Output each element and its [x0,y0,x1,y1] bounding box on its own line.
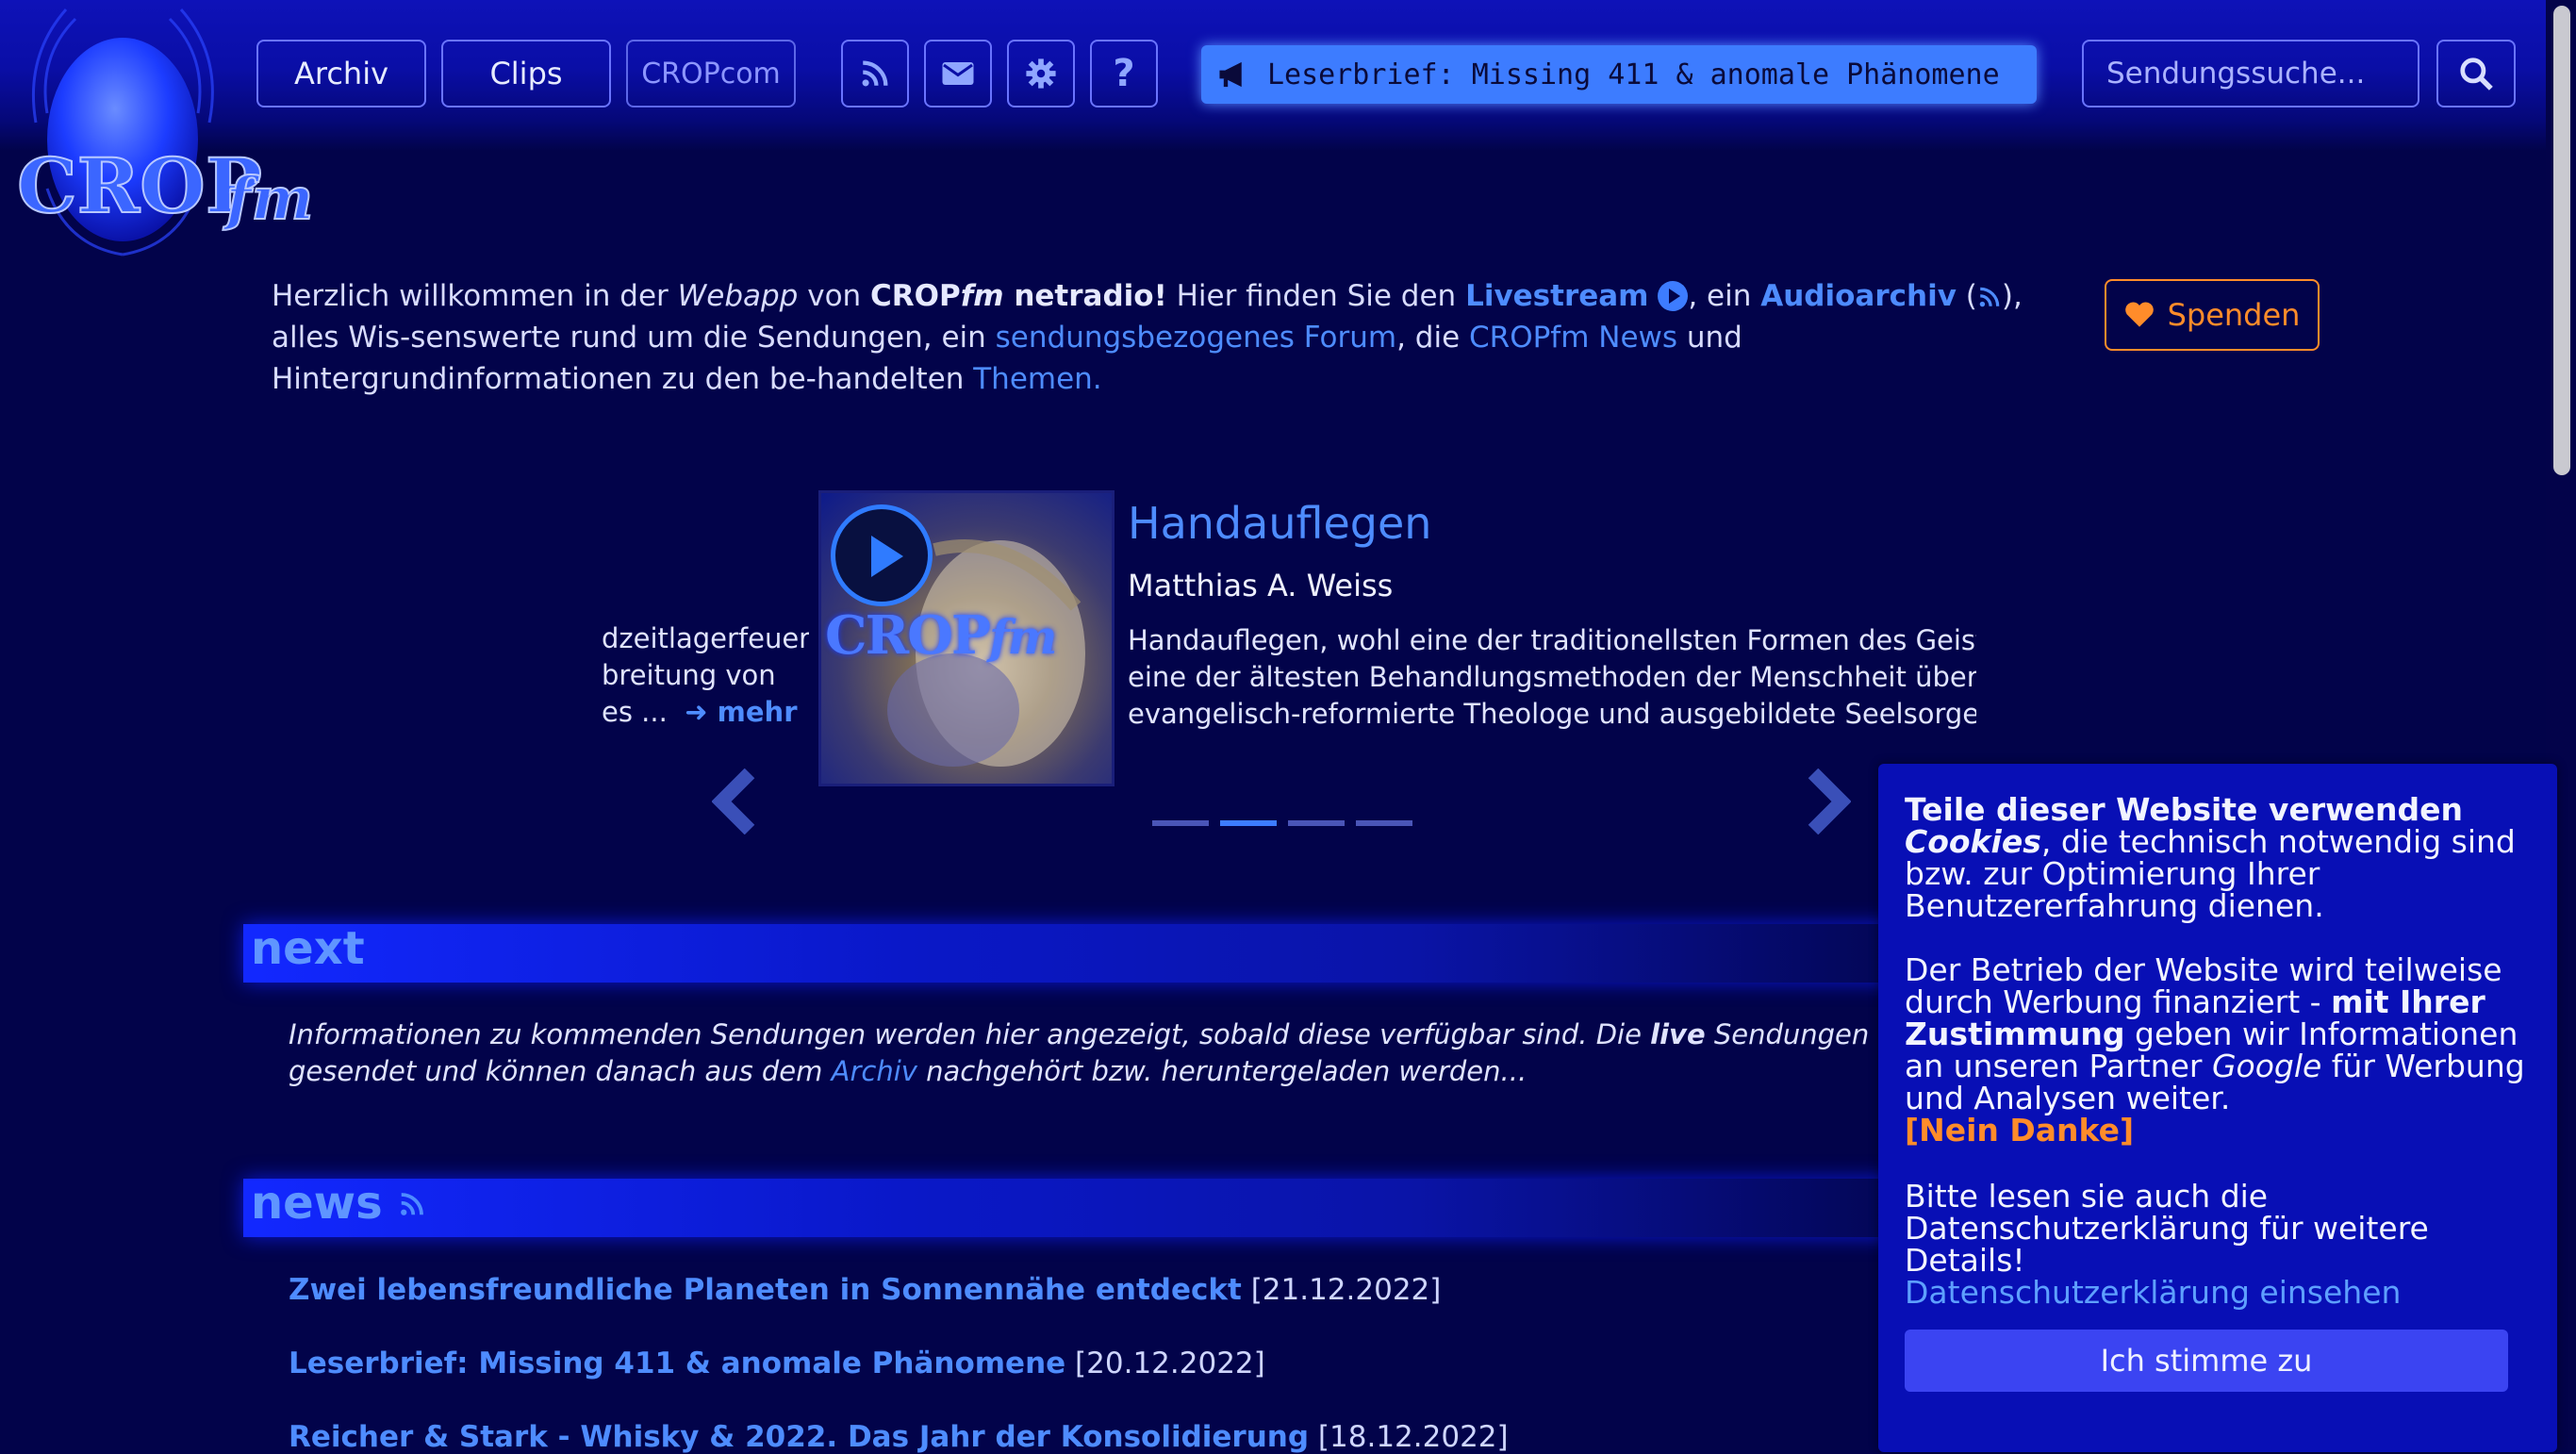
next-info-text: Informationen zu kommenden Sendungen wer… [289,1018,1891,1087]
slide-description: Handauflegen, wohl eine der traditionell… [1128,624,1976,730]
carousel-indicator-3[interactable] [1288,820,1345,826]
news-item[interactable]: Reicher & Stark - Whisky & 2022. Das Jah… [289,1420,1509,1454]
help-button[interactable]: ? [1090,40,1158,107]
cover-logo: CROPfm [825,604,1057,667]
megaphone-icon [1216,59,1250,90]
envelope-icon [942,62,974,85]
gear-icon [1026,58,1056,89]
donate-button[interactable]: Spenden [2105,279,2320,351]
themen-link[interactable]: Themen. [973,362,1101,396]
livestream-link[interactable]: Livestream [1465,279,1648,313]
ticker-text: Leserbrief: Missing 411 & anomale Phänom… [1267,58,2000,91]
nav-clips-button[interactable]: Clips [441,40,611,107]
rss-icon[interactable] [1977,285,2002,309]
rss-button[interactable] [841,40,909,107]
chevron-right-icon [1808,768,1851,834]
news-item[interactable]: Leserbrief: Missing 411 & anomale Phänom… [289,1347,1265,1380]
rss-icon [862,60,888,87]
carousel-next-button[interactable] [1799,766,1856,837]
logo-text: CROP [17,141,262,230]
rss-icon[interactable] [398,1190,426,1218]
privacy-link[interactable]: Datenschutzerklärung einsehen [1905,1274,2401,1311]
play-button[interactable] [831,504,933,606]
carousel-indicators [1152,820,1412,826]
carousel-indicator-4[interactable] [1356,820,1412,826]
cookie-intro-text: Teile dieser Website verwenden Cookies, d… [1905,791,2516,924]
slide-title[interactable]: Handauflegen [1128,498,1431,549]
question-icon: ? [1113,52,1135,95]
cookie-consent-panel: Teile dieser Website verwenden Cookies, d… [1878,764,2557,1452]
webapp-text: Webapp [677,279,799,313]
audioarchiv-link[interactable]: Audioarchiv [1760,279,1957,313]
mail-button[interactable] [924,40,992,107]
search-input[interactable] [2082,40,2419,107]
news-heading: news [251,1177,426,1230]
carousel-indicator-2[interactable] [1220,820,1277,826]
forum-link[interactable]: sendungsbezogenes Forum [996,321,1396,355]
heart-icon [2124,302,2154,327]
play-icon[interactable] [1658,281,1689,311]
search-button[interactable] [2436,40,2516,107]
news-item[interactable]: Zwei lebensfreundliche Planeten in Sonne… [289,1273,1441,1307]
nav-cropcom-button[interactable]: CROPcom [626,40,796,107]
news-ticker[interactable]: Leserbrief: Missing 411 & anomale Phänom… [1201,45,2037,104]
previous-slide-text: dzeitlagerfeuer", breitung von es ... ➜ … [602,622,809,728]
more-link[interactable]: ➜ mehr [685,696,797,728]
chevron-left-icon [712,768,755,834]
scrollbar-thumb[interactable] [2553,6,2570,475]
accept-button[interactable]: Ich stimme zu [1905,1330,2508,1392]
cookie-ads-text: Der Betrieb der Website wird teilweise d… [1905,951,2525,1148]
nav-archiv-button[interactable]: Archiv [256,40,426,107]
intro-text: Herzlich willkommen in der Webapp von CR… [272,279,2023,396]
search-icon [2460,58,2493,91]
news-section-bar [243,1179,1903,1237]
next-heading: next [251,922,365,975]
episode-cover[interactable]: CROPfm [818,490,1115,786]
settings-button[interactable] [1007,40,1075,107]
cookie-privacy-text: Bitte lesen sie auch die Datenschutzerkl… [1905,1178,2429,1311]
svg-text:fm: fm [223,164,313,233]
next-section-bar [243,924,1903,983]
news-link[interactable]: CROPfm News [1469,321,1677,355]
decline-link[interactable]: [Nein Danke] [1905,1112,2134,1148]
carousel-indicator-1[interactable] [1152,820,1209,826]
slide-author: Matthias A. Weiss [1128,568,1394,603]
archiv-link[interactable]: Archiv [832,1055,917,1087]
carousel-prev-button[interactable] [707,766,764,837]
